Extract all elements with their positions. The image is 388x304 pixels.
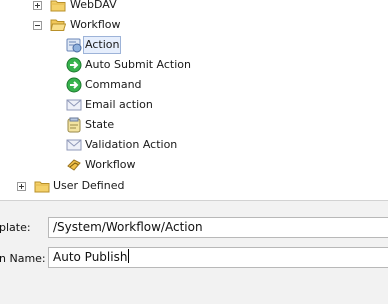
template-field[interactable]: /System/Workflow/Action (48, 217, 388, 238)
tree-item-workflow[interactable]: Workflow (83, 157, 138, 173)
tree-item-workflow-folder[interactable]: Workflow (68, 17, 123, 33)
tree-item-command[interactable]: Command (83, 77, 144, 93)
name-value: Auto Publish (53, 250, 128, 264)
action-icon (66, 38, 82, 53)
tree-item-auto-submit-action[interactable]: Auto Submit Action (83, 57, 193, 73)
tree-item-webdav[interactable]: WebDAV (68, 0, 119, 13)
expand-user-defined-icon[interactable] (17, 182, 26, 191)
collapse-workflow-icon[interactable] (33, 21, 42, 30)
envelope-icon (66, 99, 82, 111)
properties-form: plate: /System/Workflow/Action n Name: A… (0, 200, 388, 304)
envelope-icon (66, 139, 82, 151)
green-arrow-icon (66, 77, 82, 93)
name-input[interactable]: Auto Publish (48, 247, 388, 268)
template-label: plate: (0, 221, 31, 234)
tree-item-user-defined[interactable]: User Defined (51, 178, 126, 194)
folder-icon (50, 0, 66, 12)
tree-item-validation-action[interactable]: Validation Action (83, 137, 179, 153)
expand-webdav-icon[interactable] (33, 1, 42, 10)
template-value: /System/Workflow/Action (53, 220, 203, 234)
workflow-icon (67, 159, 81, 171)
folder-open-icon (50, 19, 66, 31)
folder-icon (34, 181, 50, 193)
name-label: n Name: (0, 252, 46, 265)
text-caret (128, 249, 130, 263)
tree-item-state[interactable]: State (83, 117, 116, 133)
green-arrow-icon (66, 57, 82, 73)
tree-item-action[interactable]: Action (83, 36, 122, 54)
tree-item-email-action[interactable]: Email action (83, 97, 155, 113)
content-tree: WebDAV Workflow Action Auto Submit Actio… (0, 0, 388, 200)
state-icon (67, 117, 81, 133)
